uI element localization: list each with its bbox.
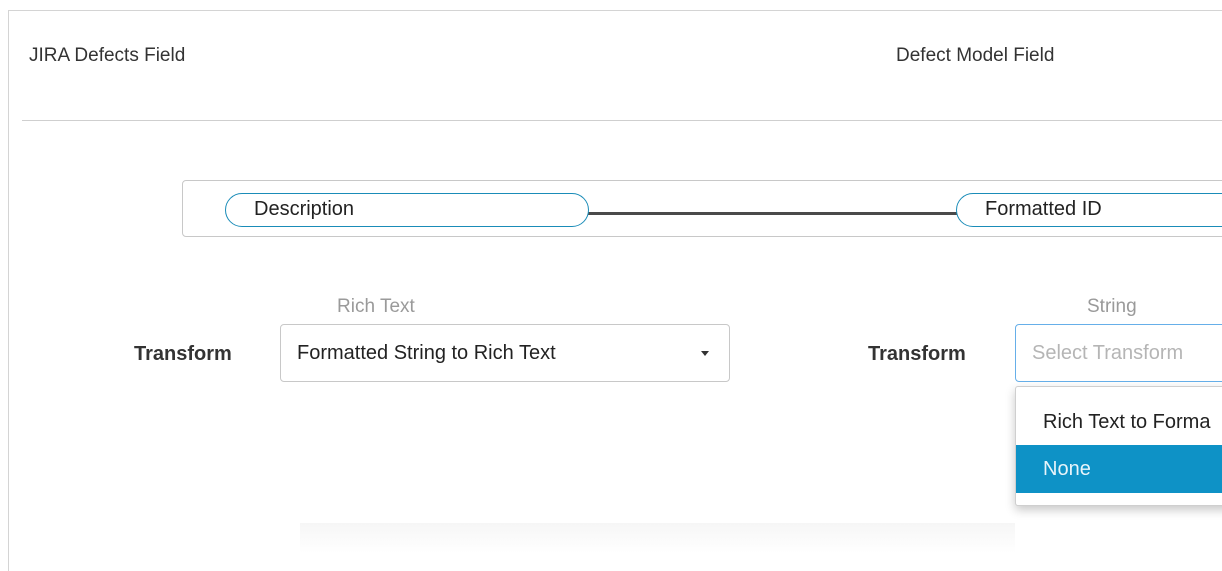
dropdown-option-none[interactable]: None [1016,445,1222,493]
transform-dropdown-menu: Rich Text to Forma None [1015,386,1222,506]
source-transform-select[interactable]: Formatted String to Rich Text [280,324,730,382]
header-divider [22,120,1222,121]
source-transform-label: Transform [134,343,232,365]
target-field-pill[interactable]: Formatted ID [956,193,1222,227]
source-transform-value: Formatted String to Rich Text [297,342,556,364]
mapping-connector-line [586,212,964,215]
dropdown-option-rich-text-to-formatted[interactable]: Rich Text to Forma [1016,398,1222,446]
target-type-label: String [1087,296,1137,317]
source-field-pill[interactable]: Description [225,193,589,227]
defect-model-field-header: Defect Model Field [896,45,1055,66]
target-transform-label: Transform [868,343,966,365]
target-transform-select[interactable]: Select Transform [1015,324,1222,382]
target-transform-placeholder: Select Transform [1032,342,1184,364]
bottom-shadow [300,523,1015,553]
jira-defects-field-header: JIRA Defects Field [29,45,186,66]
caret-down-icon [701,351,709,356]
source-type-label: Rich Text [337,296,415,317]
